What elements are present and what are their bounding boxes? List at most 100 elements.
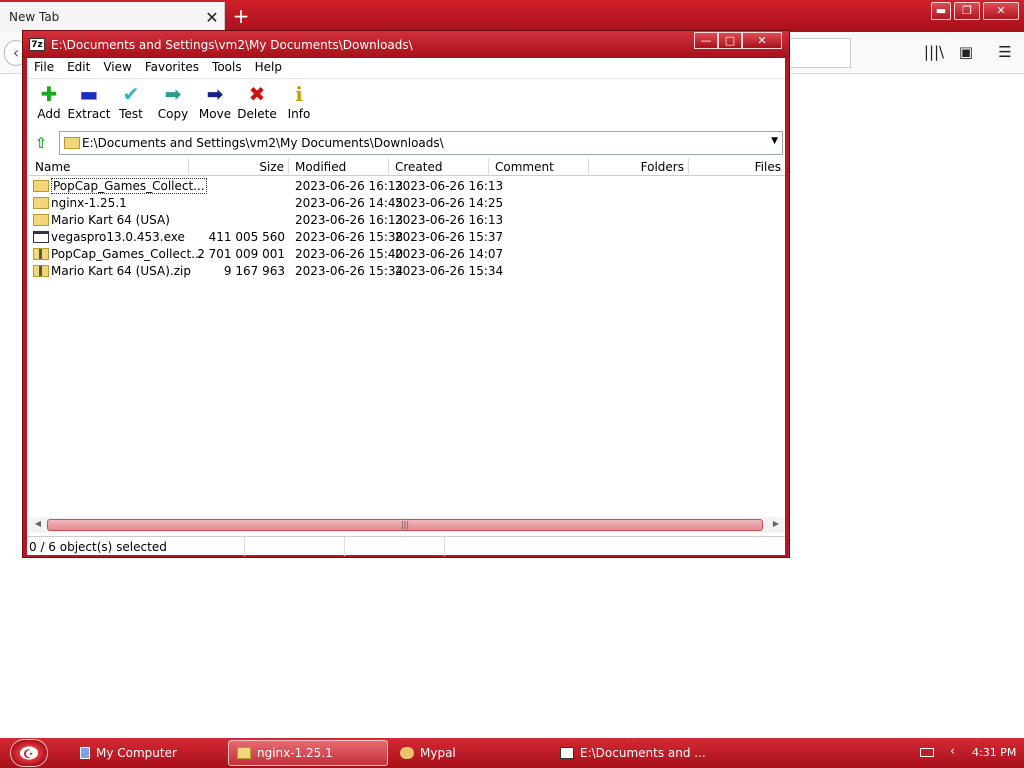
test-label: Test (119, 107, 143, 121)
column-folders[interactable]: Folders (589, 158, 689, 176)
taskbar: ☪ My Computer nginx-1.25.1 Mypal E:\Docu… (0, 738, 1024, 768)
move-label: Move (198, 107, 232, 121)
taskbar-label: Mypal (420, 746, 456, 760)
browser-restore-button[interactable]: ❐ (954, 2, 980, 20)
address-combobox[interactable]: E:\Documents and Settings\vm2\My Documen… (59, 131, 783, 155)
7zip-minimize-button[interactable]: — (694, 32, 718, 49)
url-bar[interactable] (786, 38, 851, 68)
file-list: PopCap_Games_Collect... 2023-06-26 16:13… (29, 178, 785, 518)
browser-close-button[interactable]: ✕ (983, 2, 1019, 20)
file-modified: 2023-06-26 15:38 (295, 230, 404, 244)
keyboard-icon[interactable] (920, 748, 934, 757)
info-button[interactable]: i Info (277, 83, 321, 127)
list-item[interactable]: Mario Kart 64 (USA) 2023-06-26 16:13 202… (29, 212, 785, 229)
taskbar-item-mypal[interactable]: Mypal (392, 740, 542, 766)
browser-tab[interactable]: New Tab ✕ (0, 2, 225, 32)
sidebar-icon[interactable]: ▣ (955, 43, 977, 63)
address-row: ⇧ E:\Documents and Settings\vm2\My Docum… (27, 131, 785, 155)
extract-button[interactable]: ▬ Extract (67, 83, 111, 127)
7zip-close-button[interactable]: ✕ (742, 32, 782, 49)
7zip-app-icon (560, 747, 574, 759)
7zip-client-area: File Edit View Favorites Tools Help ✚ Ad… (27, 58, 785, 556)
scroll-right-icon[interactable]: ▶ (769, 519, 783, 531)
x-icon: ✖ (248, 82, 266, 106)
move-button[interactable]: ➡ Move (193, 83, 237, 127)
new-tab-button[interactable]: + (230, 4, 252, 28)
7zip-titlebar[interactable]: 7z E:\Documents and Settings\vm2\My Docu… (23, 31, 789, 58)
scrollbar-thumb[interactable]: ||| (47, 519, 763, 531)
copy-arrow-icon: ➡ (164, 82, 182, 106)
crescent-star-icon: ☪ (23, 747, 34, 761)
file-name: vegaspro13.0.453.exe (51, 230, 185, 244)
file-size: 411 005 560 (208, 230, 285, 244)
column-size[interactable]: Size (189, 158, 289, 176)
copy-button[interactable]: ➡ Copy (151, 83, 195, 127)
taskbar-label: nginx-1.25.1 (257, 746, 333, 760)
list-item[interactable]: vegaspro13.0.453.exe 411 005 560 2023-06… (29, 229, 785, 246)
file-size: 2 701 009 001 (197, 247, 285, 261)
file-name: nginx-1.25.1 (51, 196, 127, 210)
column-created[interactable]: Created (389, 158, 489, 176)
file-created: 2023-06-26 15:37 (395, 230, 504, 244)
7zip-maximize-button[interactable]: □ (718, 32, 742, 49)
browser-titlebar: New Tab ✕ + ▬ ❐ ✕ (0, 0, 1024, 32)
file-name: Mario Kart 64 (USA) (51, 213, 170, 227)
test-button[interactable]: ✔ Test (109, 83, 153, 127)
list-item[interactable]: PopCap_Games_Collect... 2023-06-26 16:13… (29, 178, 785, 195)
file-created: 2023-06-26 16:13 (395, 179, 504, 193)
column-name[interactable]: Name (29, 158, 189, 176)
horizontal-scrollbar[interactable]: ◀ ||| ▶ (29, 517, 785, 533)
delete-button[interactable]: ✖ Delete (235, 83, 279, 127)
folder-icon (237, 747, 251, 759)
add-button[interactable]: ✚ Add (27, 83, 71, 127)
move-arrow-icon: ➡ (206, 82, 224, 106)
file-modified: 2023-06-26 15:34 (295, 264, 404, 278)
tray-expand-icon[interactable]: ‹ (950, 744, 955, 759)
7zip-window: 7z E:\Documents and Settings\vm2\My Docu… (22, 30, 790, 558)
info-icon: i (295, 82, 303, 106)
copy-label: Copy (157, 107, 189, 121)
folder-icon (33, 197, 49, 209)
file-modified: 2023-06-26 15:40 (295, 247, 404, 261)
menu-icon[interactable]: ☰ (994, 43, 1016, 63)
column-modified[interactable]: Modified (289, 158, 389, 176)
list-item[interactable]: PopCap_Games_Collect... 2 701 009 001 20… (29, 246, 785, 263)
check-icon: ✔ (122, 82, 140, 106)
folder-icon (64, 137, 80, 149)
start-button[interactable]: ☪ (10, 739, 48, 767)
taskbar-item-7zip[interactable]: E:\Documents and ... (552, 740, 708, 766)
menu-view[interactable]: View (96, 58, 137, 78)
list-item[interactable]: nginx-1.25.1 2023-06-26 14:45 2023-06-26… (29, 195, 785, 212)
tab-close-icon[interactable]: ✕ (200, 8, 224, 27)
file-created: 2023-06-26 15:34 (395, 264, 504, 278)
chevron-down-icon[interactable]: ▼ (771, 136, 778, 146)
menu-tools[interactable]: Tools (205, 58, 248, 78)
file-modified: 2023-06-26 16:13 (295, 213, 404, 227)
taskbar-label: My Computer (96, 746, 177, 760)
taskbar-item-nginx[interactable]: nginx-1.25.1 (228, 740, 388, 766)
menu-edit[interactable]: Edit (60, 58, 96, 78)
status-cell (345, 537, 445, 556)
menu-favorites[interactable]: Favorites (138, 58, 205, 78)
library-icon[interactable]: |||\ (923, 43, 945, 63)
file-size: 9 167 963 (223, 264, 285, 278)
file-created: 2023-06-26 14:25 (395, 196, 504, 210)
menu-file[interactable]: File (27, 58, 60, 78)
column-files[interactable]: Files (689, 158, 785, 176)
minus-icon: ▬ (79, 82, 99, 106)
folder-icon (33, 180, 49, 192)
menu-help[interactable]: Help (248, 58, 288, 78)
info-label: Info (287, 107, 311, 121)
column-comment[interactable]: Comment (489, 158, 589, 176)
file-name: PopCap_Games_Collect... (51, 178, 207, 194)
extract-label: Extract (67, 107, 111, 121)
up-folder-icon[interactable]: ⇧ (31, 133, 51, 153)
file-created: 2023-06-26 14:07 (395, 247, 504, 261)
scroll-left-icon[interactable]: ◀ (31, 519, 45, 531)
browser-minimize-button[interactable]: ▬ (931, 2, 951, 20)
browser-tab-label: New Tab (9, 10, 60, 24)
taskbar-item-my-computer[interactable]: My Computer (72, 740, 222, 766)
list-item[interactable]: Mario Kart 64 (USA).zip 9 167 963 2023-0… (29, 263, 785, 280)
clock[interactable]: 4:31 PM (972, 746, 1016, 759)
file-name: Mario Kart 64 (USA).zip (51, 264, 191, 278)
